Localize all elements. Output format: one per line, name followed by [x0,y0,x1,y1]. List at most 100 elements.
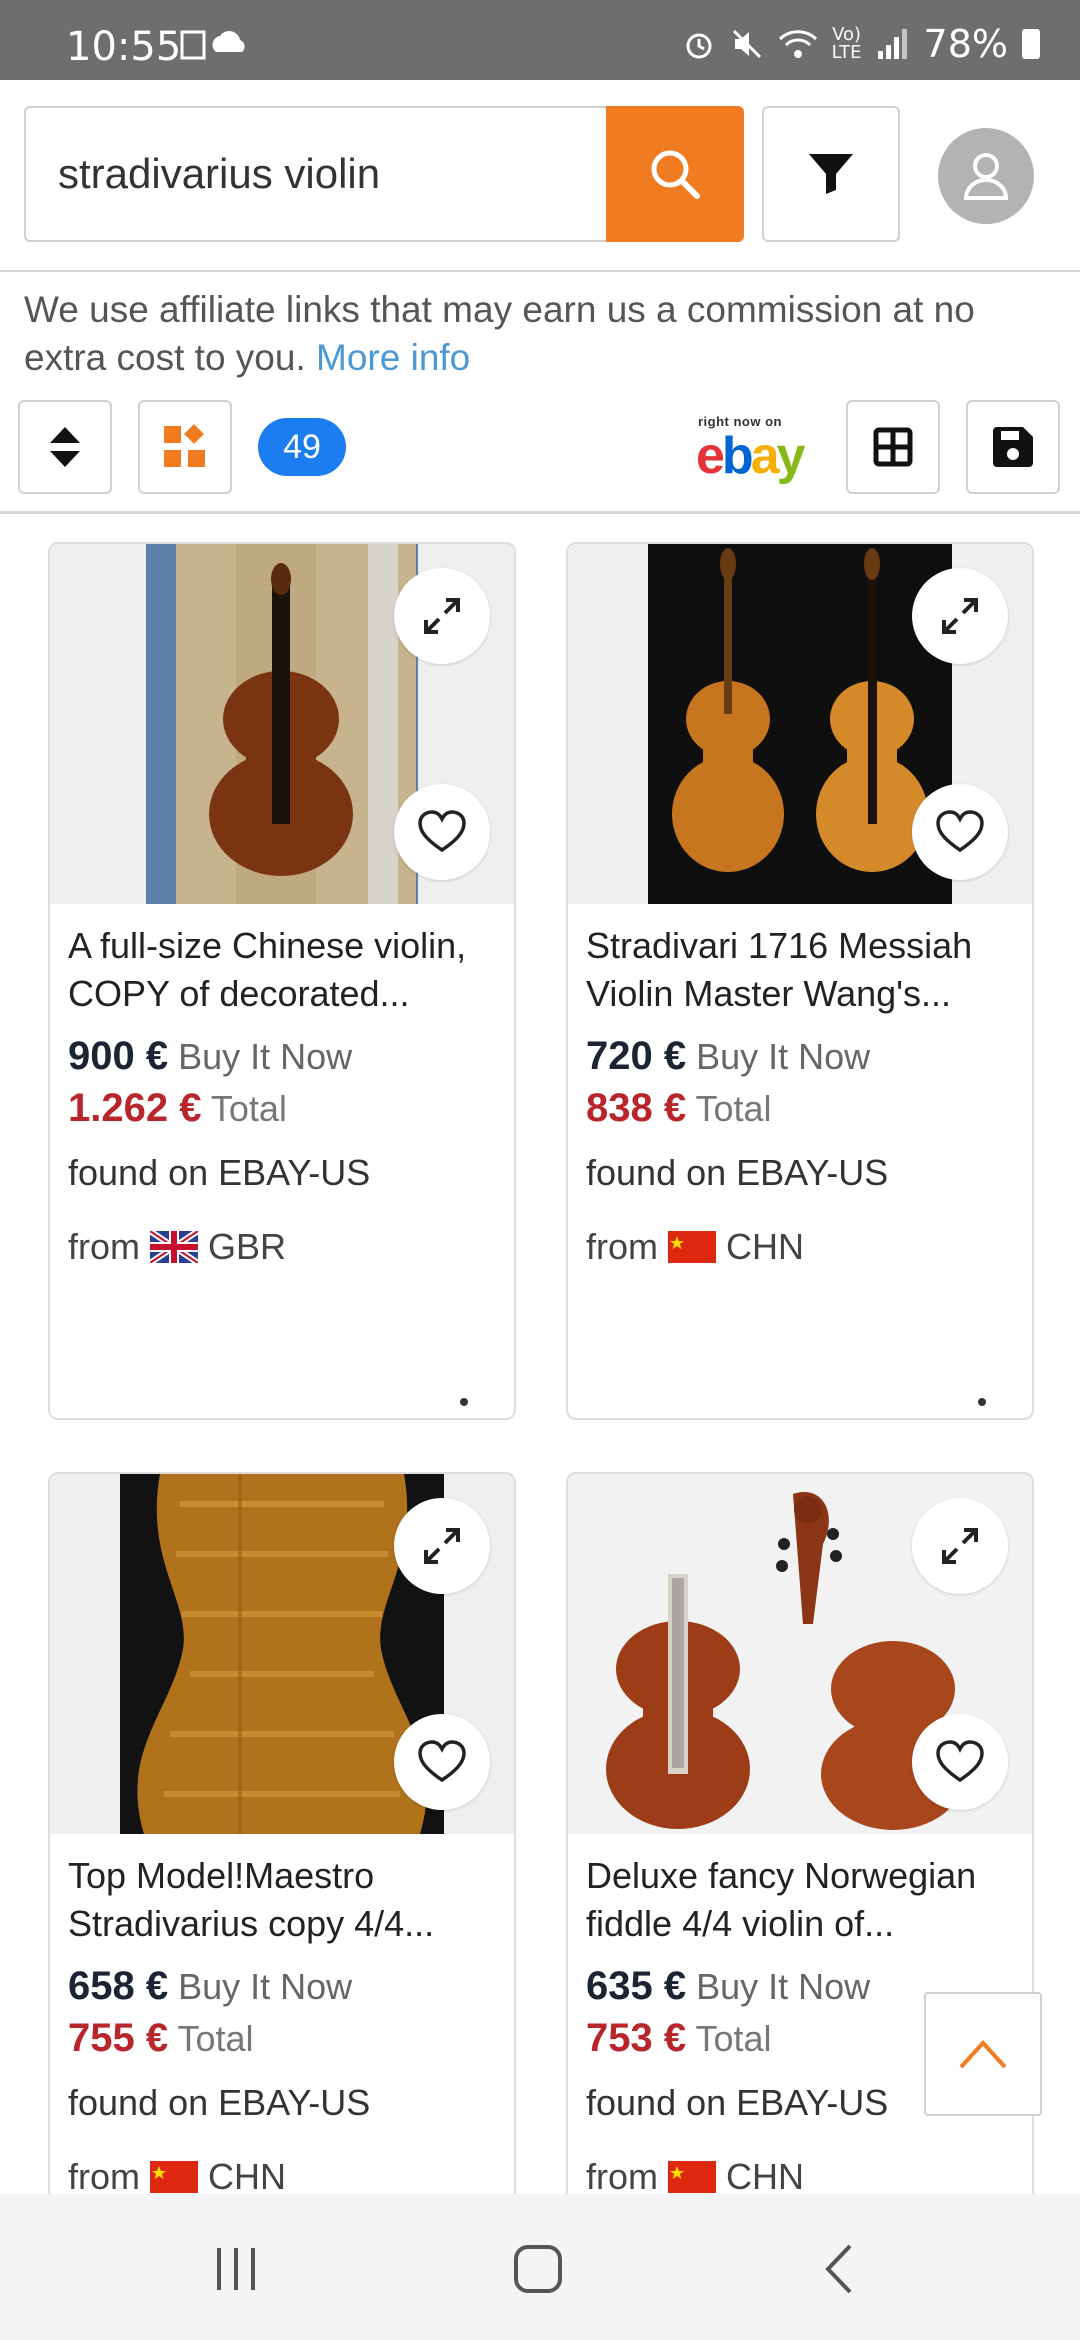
result-card[interactable]: A full-size Chinese violin, COPY of deco… [48,542,516,1420]
mute-icon [732,29,761,59]
affiliate-notice-text: We use affiliate links that may earn us … [24,289,975,378]
favorite-button[interactable] [394,784,490,880]
buy-now-price: 658 € [68,1964,169,2008]
from-label: from [68,1226,140,1267]
total-line: 1.262 € Total [68,1086,496,1144]
home-button[interactable] [498,2234,578,2304]
battery-icon [1022,29,1040,59]
result-details: Top Model!Maestro Stradivarius copy 4/4.… [50,1834,514,2202]
result-title[interactable]: A full-size Chinese violin, COPY of deco… [68,922,496,1018]
source-marketplace: found on EBAY-US [586,1152,889,1193]
categories-button[interactable] [138,400,232,494]
price-line: 658 € Buy It Now [68,1964,496,2016]
expand-icon [942,1528,978,1564]
user-icon [963,153,1009,200]
price-line: 720 € Buy It Now [586,1034,1014,1086]
chevron-up-icon [959,2040,1007,2069]
country-code: CHN [726,2156,804,2197]
home-icon [514,2245,562,2293]
source-marketplace: found on EBAY-US [68,1152,371,1193]
grid-view-button[interactable] [846,400,940,494]
account-avatar[interactable] [938,128,1034,224]
scroll-to-top-button[interactable] [924,1992,1042,2116]
result-details: Stradivari 1716 Messiah Violin Master Wa… [568,904,1032,1406]
signal-icon [877,29,907,59]
result-count-badge: 49 [258,418,346,476]
expand-button[interactable] [912,1498,1008,1594]
status-bar: 10:55 Vo) LTE 78% [0,0,1080,80]
result-image[interactable] [50,544,514,904]
favorite-button[interactable] [912,1714,1008,1810]
total-price: 1.262 € [68,1086,202,1130]
violin-photo [120,1474,444,1834]
from-label: from [586,2156,658,2197]
from-label: from [586,1226,658,1267]
country-code: CHN [726,1226,804,1267]
result-title[interactable]: Deluxe fancy Norwegian fiddle 4/4 violin… [586,1852,1014,1948]
uk-flag-icon [150,1231,198,1263]
result-image[interactable] [568,1474,1032,1834]
from-label: from [68,2156,140,2197]
save-search-button[interactable] [966,400,1060,494]
total-price: 838 € [586,1086,687,1130]
save-icon [993,427,1033,467]
expand-button[interactable] [394,568,490,664]
more-options-button[interactable] [972,1392,992,1418]
status-time: 10:55 [66,24,182,70]
alarm-icon [686,33,712,59]
filter-button[interactable] [762,106,900,242]
origin-country: from CHN [586,1222,1014,1272]
heart-icon [418,810,466,853]
total-label: Total [177,2018,254,2059]
buy-now-label: Buy It Now [696,1036,871,1077]
more-options-button[interactable] [454,1392,474,1418]
categories-icon [164,424,205,467]
ebay-logo[interactable]: right now on ebay [696,414,826,485]
expand-icon [424,1528,460,1564]
search-input[interactable]: stradivarius violin [24,106,607,242]
sort-button[interactable] [18,400,112,494]
ebay-wordmark: ebay [696,427,806,485]
expand-button[interactable] [394,1498,490,1594]
total-label: Total [210,1088,287,1129]
battery-percent: 78% [923,22,1008,66]
result-card[interactable]: Stradivari 1716 Messiah Violin Master Wa… [566,542,1034,1420]
expand-icon [942,598,978,634]
total-label: Total [695,1088,772,1129]
favorite-button[interactable] [394,1714,490,1810]
violin-photo [146,544,418,904]
favorite-button[interactable] [912,784,1008,880]
violin-photo [648,544,952,904]
recent-apps-button[interactable] [196,2234,276,2304]
total-price: 753 € [586,2016,687,2060]
search-header: stradivarius violin [0,80,1080,272]
wifi-icon [778,30,817,58]
more-info-link[interactable]: More info [316,337,470,378]
back-chevron-icon [825,2244,852,2294]
result-title[interactable]: Top Model!Maestro Stradivarius copy 4/4.… [68,1852,496,1948]
status-right: Vo) LTE 78% [682,22,1040,66]
heart-icon [936,810,984,853]
app-screen: 10:55 Vo) LTE 78% stradivarius violin We… [0,0,1080,2340]
origin-country: from GBR [68,1222,496,1272]
back-button[interactable] [800,2234,880,2304]
buy-now-price: 720 € [586,1034,687,1078]
total-line: 755 € Total [68,2016,496,2074]
buy-now-label: Buy It Now [696,1966,871,2007]
source-marketplace: found on EBAY-US [68,2082,371,2123]
volte-icon: Vo) LTE [831,24,862,63]
result-image[interactable] [50,1474,514,1834]
result-card[interactable]: Deluxe fancy Norwegian fiddle 4/4 violin… [566,1472,1034,2232]
result-image[interactable] [568,544,1032,904]
country-code: CHN [208,2156,286,2197]
china-flag-icon [668,2161,716,2193]
result-title[interactable]: Stradivari 1716 Messiah Violin Master Wa… [586,922,1014,1018]
notification-icons [180,28,260,70]
result-card[interactable]: Top Model!Maestro Stradivarius copy 4/4.… [48,1472,516,2232]
expand-icon [424,598,460,634]
recent-apps-icon [217,2248,255,2290]
search-button[interactable] [606,106,744,242]
expand-button[interactable] [912,568,1008,664]
result-details: A full-size Chinese violin, COPY of deco… [50,904,514,1406]
search-icon [651,150,700,199]
